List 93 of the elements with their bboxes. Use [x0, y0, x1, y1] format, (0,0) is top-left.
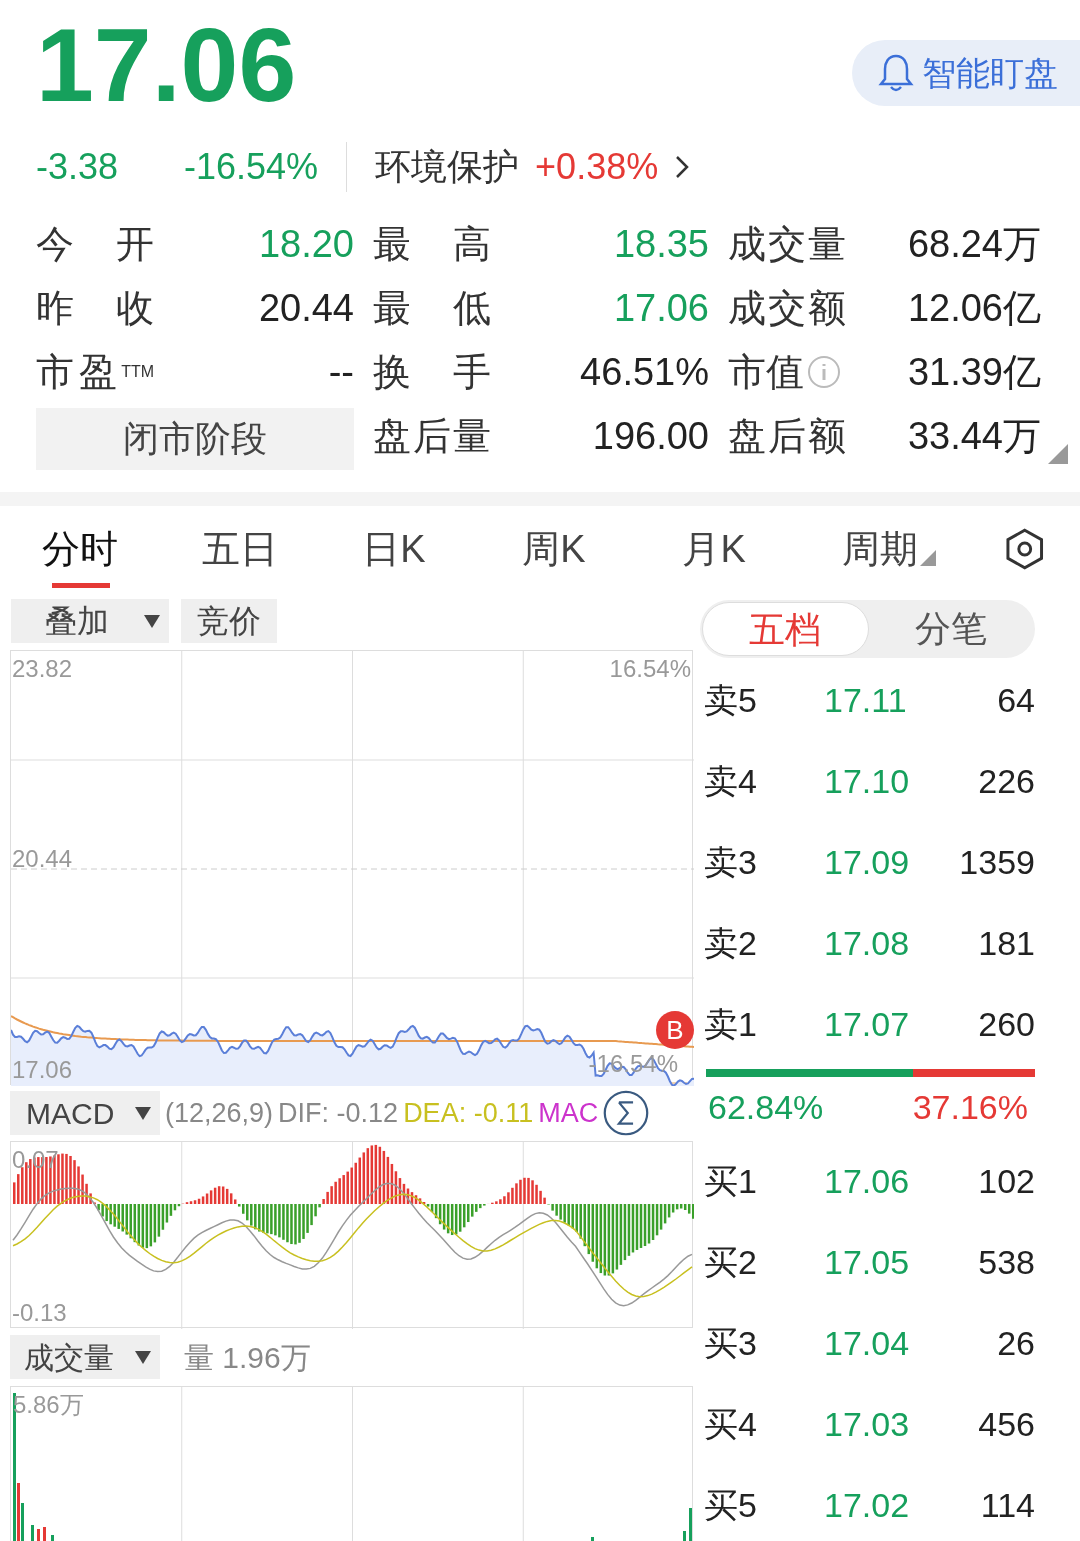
change-percent: -16.54%: [184, 145, 319, 189]
level-label: 卖1: [704, 1004, 758, 1045]
period-tab[interactable]: 五日: [202, 506, 363, 592]
stat-label: 昨 收: [36, 285, 154, 331]
stat-value: 196.00: [591, 413, 709, 459]
volume-text: 26: [996, 1323, 1035, 1364]
axis-label: 16.54%: [609, 654, 691, 684]
order-book-tab[interactable]: 五档: [702, 602, 869, 656]
buy-ratio: 62.84%: [708, 1086, 824, 1128]
stat-value: 18.20: [257, 221, 354, 267]
stat-label: 最 高: [373, 221, 491, 267]
price-text: 17.04: [824, 1323, 911, 1364]
stat-label: 成交量: [728, 221, 846, 267]
price-text: 17.08: [824, 923, 911, 964]
volume-text: 538: [977, 1242, 1035, 1283]
stat-label: 盘后量: [373, 413, 491, 459]
formula-icon[interactable]: [603, 1090, 650, 1136]
sector-change: +0.38%: [535, 145, 659, 189]
volume-text: 114: [979, 1485, 1035, 1526]
buy-marker[interactable]: B: [656, 1011, 694, 1049]
indicator-dropdown[interactable]: MACD: [10, 1091, 160, 1135]
volume-reading: 量 1.96万: [184, 1339, 311, 1376]
period-tab[interactable]: 日K: [362, 506, 523, 592]
stat-label: 市值: [728, 349, 804, 395]
axis-label: 23.82: [12, 654, 73, 684]
stat-label: 最 低: [373, 285, 491, 331]
macd-value: MAC: [538, 1096, 599, 1130]
price-text: 17.05: [824, 1242, 911, 1283]
stat-value: 33.44万: [906, 413, 1041, 459]
dif-value: DIF: -0.12: [278, 1096, 399, 1130]
monitor-button[interactable]: 智能盯盘: [852, 40, 1080, 106]
stat-label: 市盈$^{TTM}$: [36, 349, 154, 395]
level-label: 买4: [704, 1404, 758, 1445]
volume-text: 102: [977, 1161, 1035, 1202]
stat-label: 盘后额: [728, 413, 846, 459]
price-text: 17.06: [824, 1161, 911, 1202]
volume-text: 64: [996, 680, 1035, 721]
caret-icon: [143, 613, 161, 629]
stat-value: 20.44: [257, 285, 354, 331]
caret-icon: [134, 1349, 152, 1365]
sector-link[interactable]: 环境保护 +0.38%: [375, 140, 691, 194]
caret-icon: [134, 1105, 152, 1121]
stat-label: 成交额: [728, 285, 846, 331]
volume-text: 456: [977, 1404, 1035, 1445]
period-tab[interactable]: 分时: [42, 506, 203, 592]
dropdown-triangle-icon: [920, 550, 937, 566]
volume-text: 260: [977, 1004, 1035, 1045]
corner-triangle-icon[interactable]: [1048, 444, 1068, 464]
bell-icon: [878, 53, 914, 93]
price-text: 17.10: [824, 761, 911, 802]
stat-value: --: [327, 349, 354, 395]
period-tab[interactable]: 月K: [682, 506, 843, 592]
level-label: 卖5: [704, 680, 758, 721]
price-text: 17.07: [824, 1004, 911, 1045]
macd-params: (12,26,9): [165, 1096, 274, 1130]
axis-label: -0.13: [12, 1298, 67, 1328]
volume-text: 1359: [958, 842, 1035, 883]
auction-button[interactable]: 竞价: [181, 599, 277, 643]
price-text: 17.03: [824, 1404, 911, 1445]
stat-label: 换 手: [373, 349, 491, 395]
stat-label: 今 开: [36, 221, 154, 267]
axis-label: 20.44: [12, 844, 73, 874]
stat-value: 18.35: [612, 221, 709, 267]
price-text: 17.09: [824, 842, 911, 883]
level-label: 卖4: [704, 761, 758, 802]
period-tab[interactable]: 周期: [842, 506, 1003, 592]
market-status-badge: 闭市阶段: [36, 408, 354, 470]
price-text: 17.11: [824, 680, 908, 721]
order-book-tab[interactable]: 分笔: [868, 602, 1033, 656]
indicator-dropdown[interactable]: 成交量: [10, 1335, 160, 1379]
axis-label: 17.06: [12, 1055, 73, 1085]
overlay-dropdown[interactable]: 叠加: [11, 599, 169, 643]
stat-value: 31.39亿: [906, 349, 1041, 395]
stat-value: 46.51%: [579, 349, 709, 395]
change-value: -3.38: [36, 145, 120, 189]
level-label: 卖2: [704, 923, 758, 964]
level-label: 买5: [704, 1485, 758, 1526]
stat-value: 17.06: [612, 285, 709, 331]
volume-text: 181: [977, 923, 1035, 964]
last-price: 17.06: [36, 10, 297, 120]
volume-text: 226: [977, 761, 1035, 802]
period-tab[interactable]: 周K: [522, 506, 683, 592]
sell-ratio: 37.16%: [912, 1086, 1028, 1128]
level-label: 买3: [704, 1323, 758, 1364]
price-text: 17.02: [824, 1485, 911, 1526]
level-label: 买1: [704, 1161, 758, 1202]
level-label: 卖3: [704, 842, 758, 883]
stat-value: 68.24万: [906, 221, 1041, 267]
stat-value: 12.06亿: [906, 285, 1041, 331]
level-label: 买2: [704, 1242, 758, 1283]
sector-name: 环境保护: [375, 145, 520, 189]
dea-value: DEA: -0.11: [403, 1096, 534, 1130]
chevron-right-icon: [674, 154, 691, 180]
